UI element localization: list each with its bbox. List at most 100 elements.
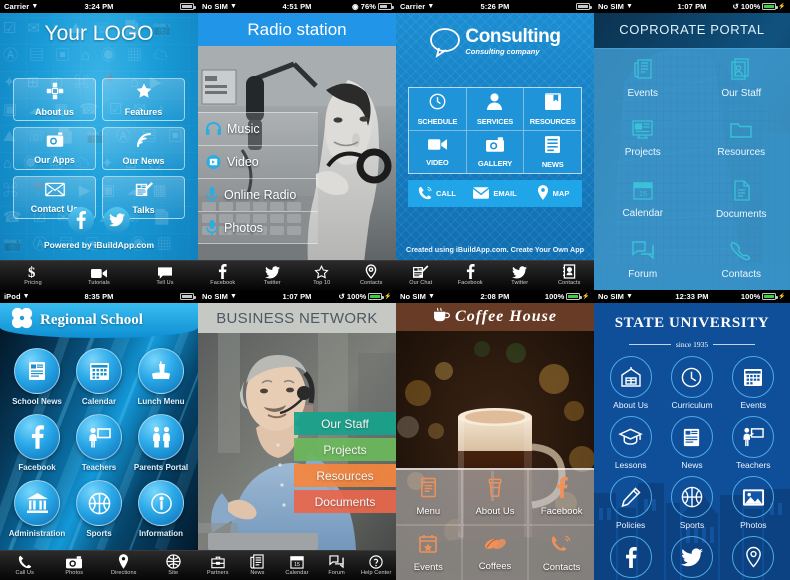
tile-school-news[interactable]: School News	[6, 348, 68, 406]
tile-our-staff[interactable]: Our Staff	[693, 49, 790, 109]
tile-events[interactable]: Events	[396, 526, 461, 580]
button-our-staff[interactable]: Our Staff	[294, 412, 396, 435]
panel-coffee-house[interactable]: No SIM ▼ 2:08 PM 100% ⚡ Coffee House Menu …	[396, 290, 594, 580]
tile-information[interactable]: Information	[130, 480, 192, 538]
twitter-icon[interactable]	[104, 207, 130, 233]
panel-state-university[interactable]: No SIM ▼ 12:33 PM 100% ⚡ STATE UNIVERSITY …	[594, 290, 790, 580]
action-map[interactable]: MAP	[524, 180, 582, 207]
tile-label: Sports	[679, 520, 705, 530]
panel-your-logo[interactable]: ☑✉♪⛰☏📄📷Ⓐ▤▣⌂◉▦☁✦⊞◴⌘📍⌂▶▣☁▦☎☑✉♪⛰☏📄📷Ⓐ▤▣⌂◉▦☁✦…	[0, 0, 198, 290]
tab-twitter[interactable]: Twitter	[248, 261, 298, 290]
tab-photos[interactable]: Photos	[50, 551, 100, 580]
tab-directions[interactable]: Directions	[99, 551, 149, 580]
tile-about-us[interactable]: About Us	[462, 470, 528, 524]
tile-lessons[interactable]: Lessons	[600, 416, 661, 470]
tile-events[interactable]: Events	[723, 356, 784, 410]
tile-sports[interactable]: Sports	[68, 480, 130, 538]
tile-curriculum[interactable]: Curriculum	[661, 356, 722, 410]
tile-video[interactable]: VIDEO	[409, 131, 466, 173]
tile-contacts[interactable]: Contacts	[723, 536, 784, 580]
tab-contacts[interactable]: Contacts	[545, 261, 595, 290]
tab-calendar[interactable]: 15 Calendar	[277, 551, 317, 580]
tab-label: Call Us	[15, 570, 34, 576]
menu-item-photos[interactable]: Photos	[198, 211, 318, 244]
tab-label: Facebook	[457, 280, 483, 286]
tile-menu[interactable]: Menu	[396, 470, 461, 524]
tile-features[interactable]: Features	[102, 78, 185, 121]
menu-item-video[interactable]: Video	[198, 145, 318, 178]
tile-teachers[interactable]: Teachers	[723, 416, 784, 470]
tile-news[interactable]: News	[661, 416, 722, 470]
tab-contacts[interactable]: Contacts	[347, 261, 397, 290]
tile-facebook[interactable]: Facebook	[529, 470, 594, 524]
tab-tutorials[interactable]: Tutorials	[66, 261, 132, 290]
tab-help-center[interactable]: Help Center	[356, 551, 396, 580]
tile-calendar[interactable]: 15 Calendar	[594, 170, 692, 230]
tile-parents-portal[interactable]: Parents Portal	[130, 414, 192, 472]
camera-icon	[485, 136, 504, 157]
panel-radio-station[interactable]: No SIM ▼ 4:51 PM ◉ 76% Radio station Music…	[198, 0, 396, 290]
action-email[interactable]: EMAIL	[466, 180, 524, 207]
menu-item-online-radio[interactable]: Online Radio	[198, 178, 318, 211]
button-documents[interactable]: Documents	[294, 490, 396, 513]
help-icon	[369, 555, 383, 569]
tab-our-chat[interactable]: Our Chat	[396, 261, 446, 290]
tile-sports[interactable]: Sports	[661, 476, 722, 530]
tile-services[interactable]: SERVICES	[466, 88, 524, 130]
tile-resources[interactable]: Resources	[693, 110, 790, 170]
tile-contacts[interactable]: Contacts	[529, 526, 594, 580]
tile-lunch-menu[interactable]: Lunch Menu	[130, 348, 192, 406]
tab-label: Calendar	[285, 570, 309, 576]
tile-photos[interactable]: Photos	[723, 476, 784, 530]
notes-icon	[413, 265, 429, 279]
tab-twitter[interactable]: Twitter	[495, 261, 545, 290]
button-projects[interactable]: Projects	[294, 438, 396, 461]
menu-item-music[interactable]: Music	[198, 112, 318, 145]
tile-events[interactable]: Events	[594, 49, 692, 109]
tile-projects[interactable]: Projects	[594, 110, 692, 170]
tile-administration[interactable]: Administration	[6, 480, 68, 538]
rotation-lock-icon: ↺	[732, 2, 739, 11]
tile-about-us[interactable]: About us	[13, 78, 96, 121]
action-call[interactable]: CALL	[408, 180, 466, 207]
status-bar: No SIM ▼ 2:08 PM 100% ⚡	[396, 290, 594, 303]
tab-top-10[interactable]: Top 10	[297, 261, 347, 290]
tab-facebook[interactable]: Facebook	[198, 261, 248, 290]
panel-consulting[interactable]: Carrier ▼ 5:26 PM Consulting Consulting c…	[396, 0, 594, 290]
tile-documents[interactable]: Documents	[693, 170, 790, 230]
panel-business-network[interactable]: No SIM ▼ 1:07 PM ↺ 100% ⚡ BUSINESS NETWORK …	[198, 290, 396, 580]
news-icon	[250, 554, 265, 569]
tile-policies[interactable]: Policies	[600, 476, 661, 530]
button-resources[interactable]: Resources	[294, 464, 396, 487]
tab-partners[interactable]: Partners	[198, 551, 238, 580]
tile-gallery[interactable]: GALLERY	[466, 131, 524, 173]
tile-forum[interactable]: Forum	[594, 231, 692, 291]
tile-schedule[interactable]: SCHEDULE	[409, 88, 466, 130]
tile-label: Teachers	[81, 463, 117, 472]
panel-corporate-portal[interactable]: No SIM ▼ 1:07 PM ↺ 100% ⚡ COPRORATE PORTAL …	[594, 0, 790, 290]
tile-calendar[interactable]: Calendar	[68, 348, 130, 406]
tile-label: Curriculum	[671, 400, 713, 410]
tile-teachers[interactable]: Teachers	[68, 414, 130, 472]
tab-tell-us[interactable]: Tell Us	[132, 261, 198, 290]
tile-about-us[interactable]: About Us	[600, 356, 661, 410]
tab-news[interactable]: News	[238, 551, 278, 580]
tile-twitter[interactable]: Twitter	[661, 536, 722, 580]
tile-our-news[interactable]: Our News	[102, 127, 185, 170]
tile-facebook[interactable]: Facebook	[600, 536, 661, 580]
tab-label: Facebook	[210, 280, 236, 286]
tab-forum[interactable]: Forum	[317, 551, 357, 580]
tab-call-us[interactable]: Call Us	[0, 551, 50, 580]
tile-news[interactable]: NEWS	[524, 131, 581, 173]
panel-regional-school[interactable]: iPod ▼ 8:35 PM Regional School School New…	[0, 290, 198, 580]
tile-contacts[interactable]: Contacts	[693, 231, 790, 291]
tile-coffees[interactable]: Coffees	[462, 526, 528, 580]
tab-pricing[interactable]: $ Pricing	[0, 261, 66, 290]
tile-facebook[interactable]: Facebook	[6, 414, 68, 472]
tab-facebook[interactable]: Facebook	[446, 261, 496, 290]
tile-our-apps[interactable]: Our Apps	[13, 127, 96, 170]
facebook-icon[interactable]	[68, 207, 94, 233]
tab-site[interactable]: Site	[149, 551, 199, 580]
tile-resources[interactable]: RESOURCES	[524, 88, 581, 130]
book-icon	[544, 92, 561, 115]
